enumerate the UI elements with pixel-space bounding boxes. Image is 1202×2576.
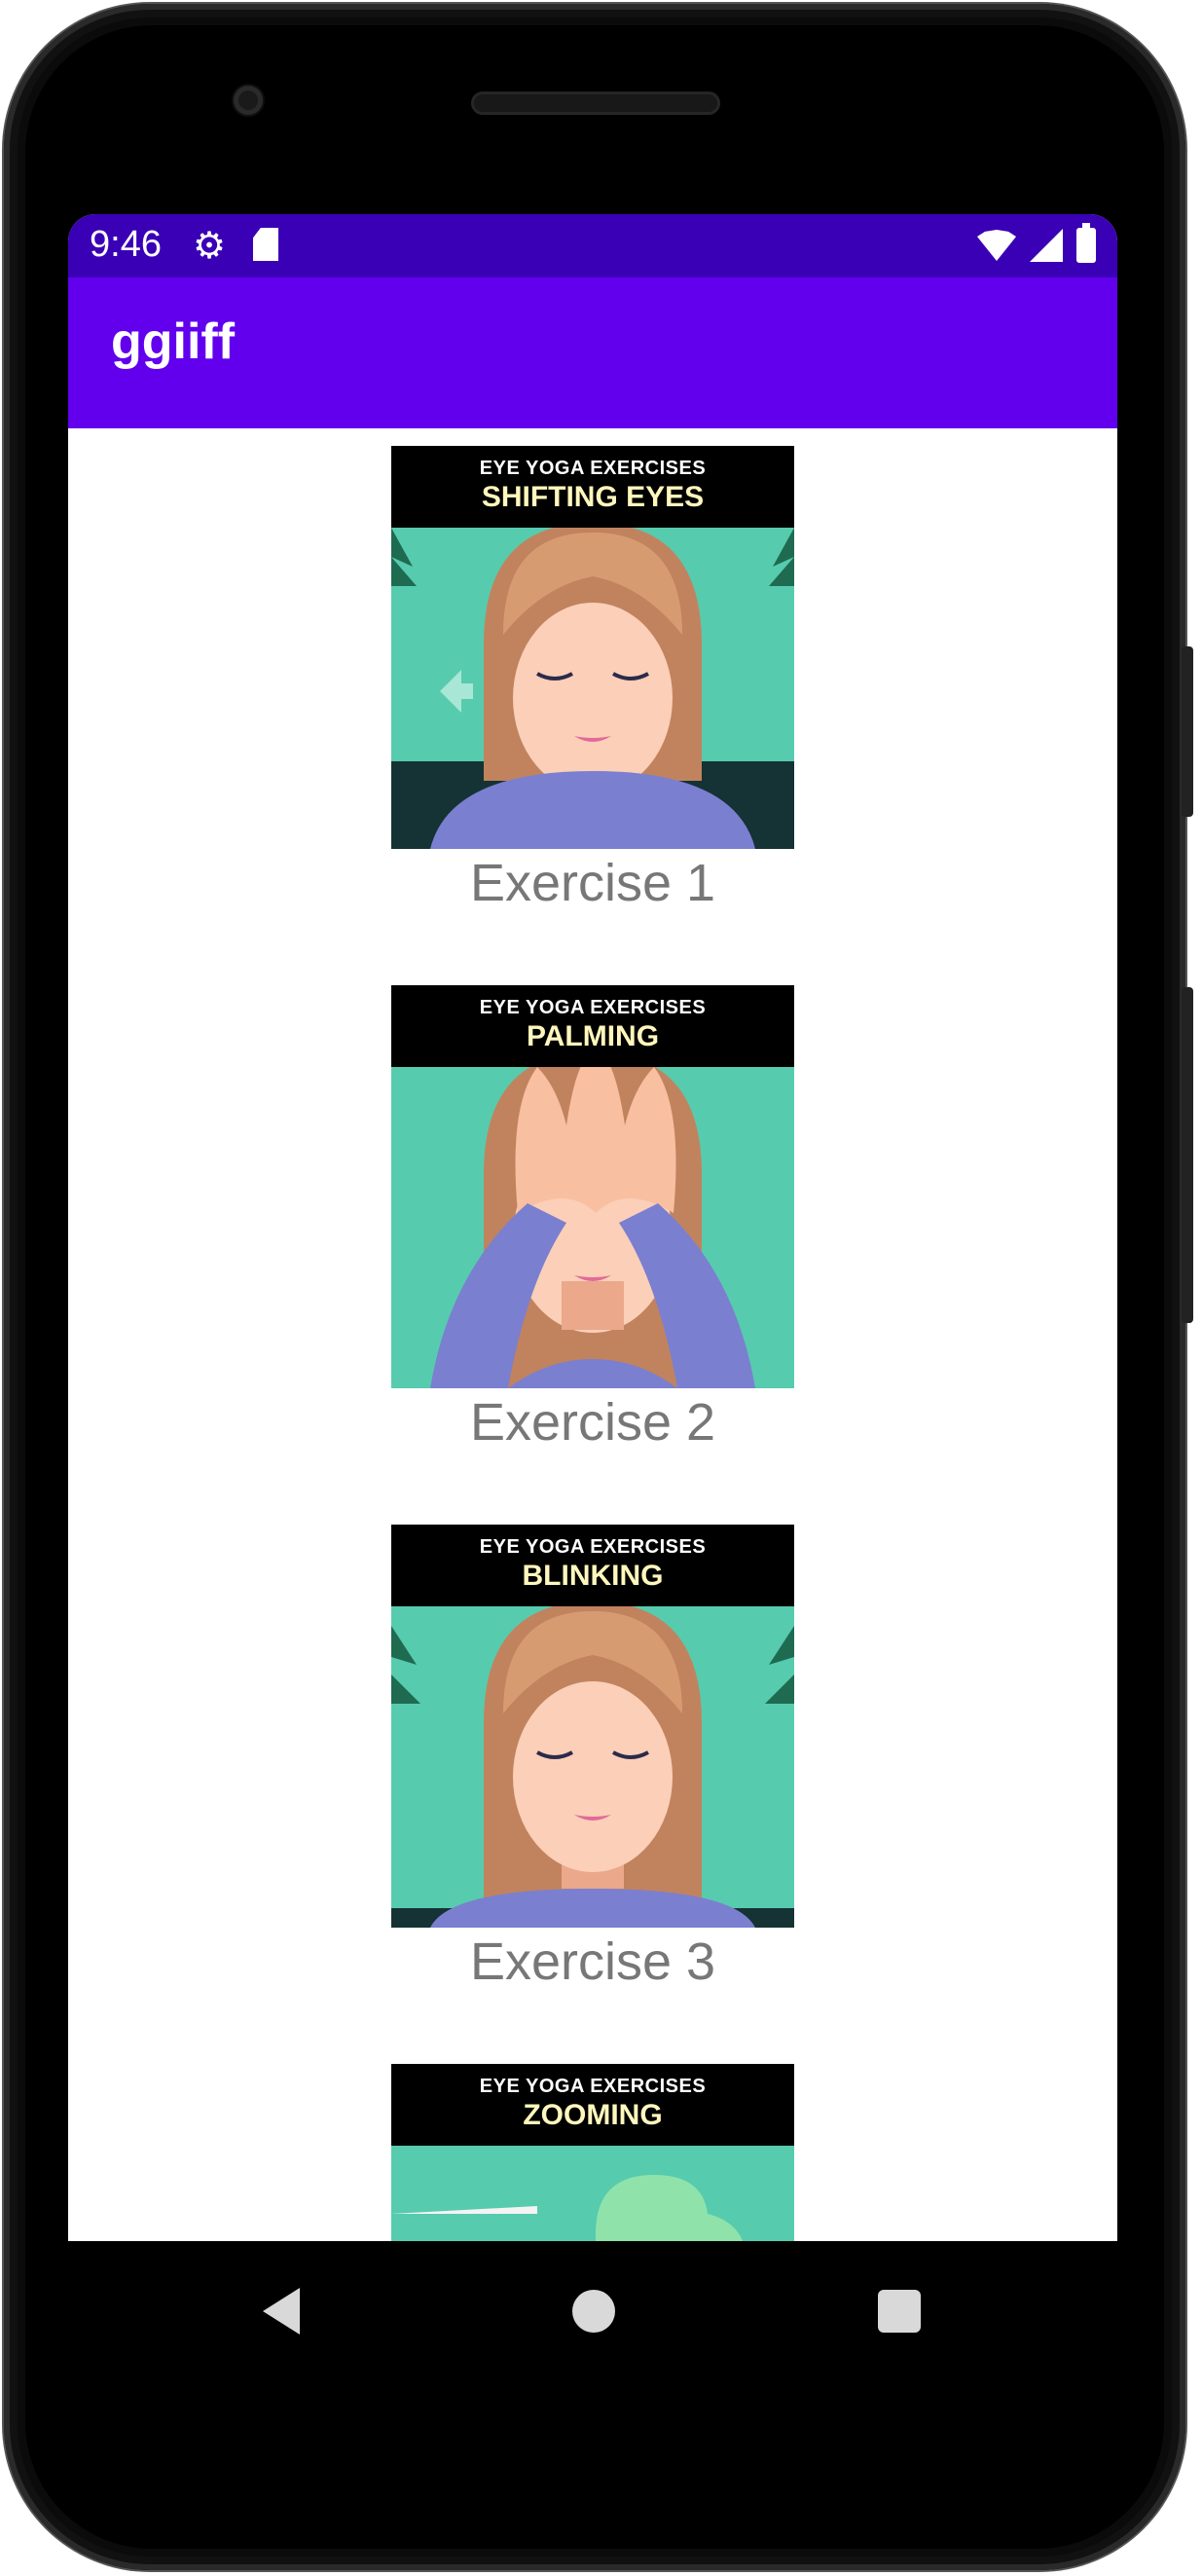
home-icon[interactable] bbox=[572, 2290, 615, 2333]
exercise-caption-3: Exercise 3 bbox=[469, 1932, 716, 1991]
back-icon[interactable] bbox=[263, 2288, 300, 2335]
earpiece-speaker bbox=[471, 92, 720, 115]
image-header-subtitle: EYE YOGA EXERCISES bbox=[479, 997, 707, 1018]
cell-signal-icon bbox=[1030, 229, 1063, 262]
wifi-icon bbox=[977, 230, 1016, 261]
app-title: ggiiff bbox=[111, 313, 236, 370]
woman-blinking-illustration bbox=[391, 1606, 794, 1928]
volume-button bbox=[1182, 987, 1193, 1323]
exercise-caption-1: Exercise 1 bbox=[469, 854, 716, 912]
image-header: EYE YOGA EXERCISES ZOOMING bbox=[391, 2064, 794, 2146]
zooming-illustration bbox=[391, 2146, 794, 2241]
image-header-title: BLINKING bbox=[522, 1560, 664, 1592]
image-header: EYE YOGA EXERCISES BLINKING bbox=[391, 1525, 794, 1606]
exercise-image-3[interactable]: EYE YOGA EXERCISES BLINKING bbox=[391, 1525, 794, 1928]
front-camera bbox=[234, 86, 263, 115]
sd-card-icon bbox=[253, 228, 278, 261]
exercise-image-1[interactable]: EYE YOGA EXERCISES SHIFTING EYES bbox=[391, 446, 794, 849]
image-header-subtitle: EYE YOGA EXERCISES bbox=[479, 2076, 707, 2097]
image-header-subtitle: EYE YOGA EXERCISES bbox=[479, 458, 707, 479]
exercise-caption-2: Exercise 2 bbox=[469, 1393, 716, 1452]
image-header: EYE YOGA EXERCISES SHIFTING EYES bbox=[391, 446, 794, 528]
image-header-title: SHIFTING EYES bbox=[481, 481, 705, 513]
image-header-subtitle: EYE YOGA EXERCISES bbox=[479, 1536, 707, 1558]
image-header: EYE YOGA EXERCISES PALMING bbox=[391, 985, 794, 1067]
image-header-title: ZOOMING bbox=[523, 2099, 663, 2131]
exercise-image-4[interactable]: EYE YOGA EXERCISES ZOOMING bbox=[391, 2064, 794, 2241]
screen: 9:46 ⚙ ggiiff EYE YOGA EXERCISES SHIFTIN… bbox=[68, 214, 1117, 2241]
status-bar: 9:46 ⚙ bbox=[68, 214, 1117, 277]
settings-icon: ⚙ bbox=[193, 226, 227, 267]
exercise-image-2[interactable]: EYE YOGA EXERCISES PALMING bbox=[391, 985, 794, 1388]
power-button bbox=[1182, 646, 1193, 817]
recents-icon[interactable] bbox=[878, 2290, 921, 2333]
woman-palming-illustration bbox=[391, 1067, 794, 1388]
status-icons bbox=[977, 223, 1096, 265]
woman-eyes-closed-illustration bbox=[391, 528, 794, 849]
app-bar: ggiiff bbox=[68, 277, 1117, 428]
status-time: 9:46 bbox=[90, 224, 162, 265]
battery-icon bbox=[1076, 223, 1096, 263]
navigation-bar bbox=[68, 2241, 1117, 2377]
image-header-title: PALMING bbox=[526, 1020, 660, 1052]
